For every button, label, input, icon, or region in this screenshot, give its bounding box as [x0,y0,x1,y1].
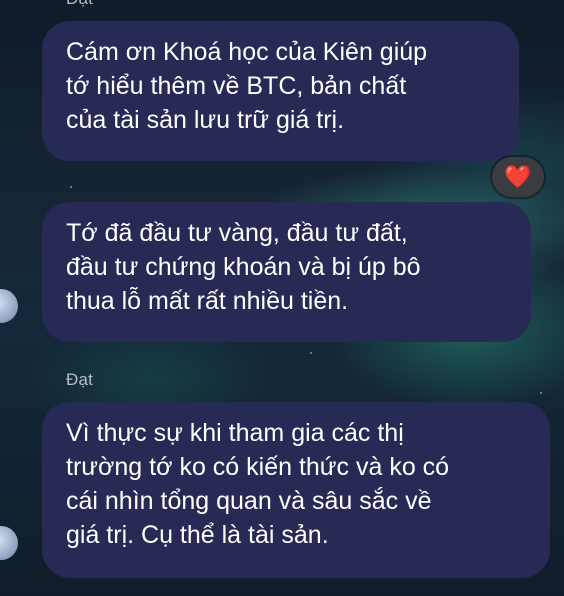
sender-avatar[interactable] [0,526,18,560]
message-text-line: đầu tư chứng khoán và bị úp bô [66,253,421,281]
message-text-line: của tài sản lưu trữ giá trị. [66,106,345,134]
message-text-line: Tớ đã đầu tư vàng, đầu tư đất, [66,219,408,247]
sender-name: Đạt [66,0,93,9]
heart-reaction-badge[interactable]: ❤️ [492,157,544,197]
background-star [310,352,312,354]
sender-name: Đạt [66,370,94,389]
background-star [540,392,542,394]
message-bubble[interactable]: Cám ơn Khoá học của Kiên giúp tớ hiểu th… [42,21,519,161]
heart-icon: ❤️ [504,164,532,189]
message-bubble[interactable]: Tớ đã đầu tư vàng, đầu tư đất, đầu tư ch… [42,202,531,342]
message-text-line: thua lỗ mất rất nhiều tiền. [66,287,349,315]
message-bubble[interactable]: Vì thực sự khi tham gia các thị trường t… [42,402,550,578]
message-text-line: giá trị. Cụ thể là tài sản. [66,521,329,549]
message-text-line: tớ hiểu thêm về BTC, bản chất [66,72,407,100]
message-text-line: Vì thực sự khi tham gia các thị [66,419,404,447]
message-text-line: trường tớ ko có kiến thức và ko có [66,453,450,481]
sender-avatar[interactable] [0,289,18,323]
background-star [70,186,72,188]
message-text-line: cái nhìn tổng quan và sâu sắc về [66,487,432,515]
message-text-line: Cám ơn Khoá học của Kiên giúp [66,38,428,66]
